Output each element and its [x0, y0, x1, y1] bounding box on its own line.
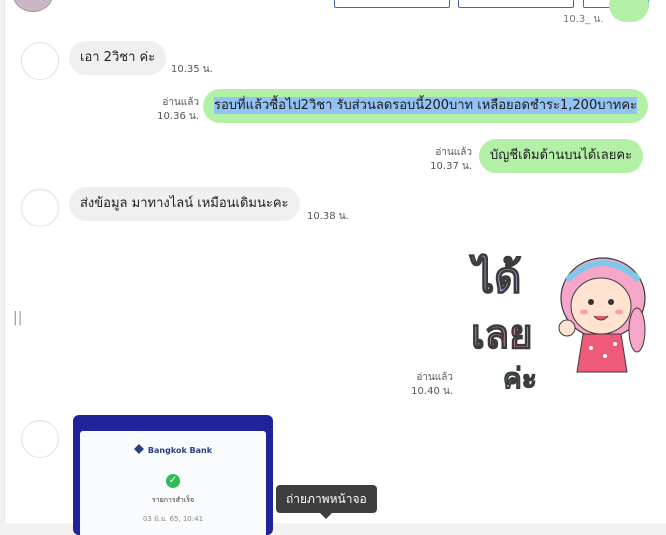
contact-avatar[interactable] [21, 420, 59, 458]
sticker-word-2: เลย [471, 312, 533, 358]
message-meta: อ่านแล้ว 10.37 น. [426, 146, 472, 174]
message-text: บัญชีเดิมด้านบนได้เลยคะ [490, 148, 633, 163]
message-bubble-outgoing[interactable]: บัญชีเดิมด้านบนได้เลยคะ [479, 139, 644, 173]
message-bubble-incoming[interactable]: ส่งข้อมูล มาทางไลน์ เหมือนเดิมนะคะ [69, 187, 300, 221]
bank-slip-card: Bangkok Bank ✓ รายการสำเร็จ 03 มิ.ย. 65,… [80, 431, 266, 535]
transaction-status: รายการสำเร็จ [151, 496, 195, 504]
top-action-button-1[interactable] [334, 0, 450, 8]
message-time: 10.38 น. [307, 211, 349, 222]
resize-handle[interactable]: || [13, 310, 22, 326]
top-action-button-2[interactable] [458, 0, 574, 8]
previous-message-bubble [609, 0, 649, 22]
screenshot-tooltip: ถ่ายภาพหน้าจอ [276, 485, 377, 519]
message-meta: อ่านแล้ว 10.40 น. [407, 371, 453, 399]
read-status: อ่านแล้ว [435, 147, 472, 158]
contact-avatar[interactable] [13, 0, 53, 12]
sticker-image[interactable]: ได้ เลย ค่ะ [467, 240, 649, 392]
sticker-word-3: ค่ะ [503, 362, 537, 392]
message-bubble-outgoing[interactable]: รอบที่แล้วซื้อไป2วิชา รับส่วนลดรอบนี้200… [203, 89, 649, 123]
message-text: ส่งข้อมูล มาทางไลน์ เหมือนเดิมนะคะ [80, 196, 289, 211]
message-text: เอา 2วิชา ค่ะ [80, 50, 156, 65]
contact-avatar[interactable] [21, 42, 59, 80]
previous-message-time: 10.3_ น. [563, 14, 604, 25]
bank-name: Bangkok Bank [80, 444, 266, 455]
message-time: 10.36 น. [157, 111, 199, 122]
message-bubble-incoming[interactable]: เอา 2วิชา ค่ะ [69, 41, 167, 75]
message-time: 10.40 น. [411, 386, 453, 397]
contact-avatar[interactable] [21, 189, 59, 227]
selected-text: รอบที่แล้วซื้อไป2วิชา รับส่วนลดรอบนี้200… [214, 97, 638, 114]
transaction-date: 03 มิ.ย. 65, 10:41 [142, 515, 204, 523]
message-time: 10.35 น. [171, 64, 213, 75]
chat-panel: 10.3_ น. เอา 2วิชา ค่ะ 10.35 น. อ่านแล้ว… [4, 0, 666, 535]
sticker-word-1: ได้ [469, 253, 521, 302]
read-status: อ่านแล้ว [416, 372, 453, 383]
success-check-icon: ✓ [166, 474, 180, 488]
message-meta: อ่านแล้ว 10.36 น. [153, 96, 199, 124]
bank-slip-image[interactable]: Bangkok Bank ✓ รายการสำเร็จ 03 มิ.ย. 65,… [73, 415, 273, 535]
bank-logo-icon [133, 444, 144, 454]
message-time: 10.37 น. [430, 161, 472, 172]
read-status: อ่านแล้ว [162, 97, 199, 108]
